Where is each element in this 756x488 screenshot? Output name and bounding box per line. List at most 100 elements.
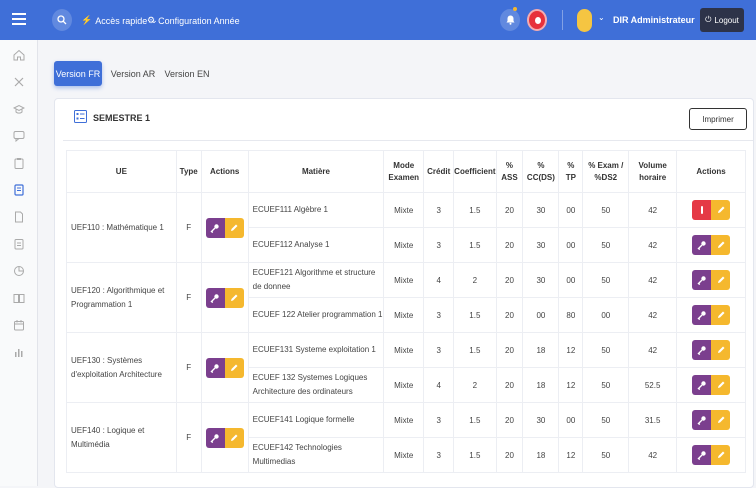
table-icon [74,110,87,128]
col-coefficient: Coefficient [453,150,497,193]
edit-icon[interactable] [711,200,731,220]
table-row: UEF120 : Algorithmique et Programmation … [66,262,746,333]
tunisia-flag-icon[interactable] [527,9,547,31]
tools-icon[interactable] [12,75,26,89]
calendar-icon[interactable] [12,318,26,332]
edit-icon[interactable] [224,217,244,238]
edit-icon[interactable] [711,340,731,360]
logout-label: Logout [714,15,739,25]
ue-cell: UEF130 : Systèmes d'exploitation Archite… [66,332,177,403]
ass-cell: 20 [495,437,524,473]
credit-cell: 3 [423,332,455,368]
coef-cell: 1.5 [453,227,497,263]
matiere-cell: ECUEF 132 Systemes Logiques Architecture… [247,367,385,403]
coef-cell: 1.5 [453,402,497,438]
edit-icon[interactable] [711,375,731,395]
table-row: UEF110 : Mathématique 1 F ECUEF111 Algèbre… [66,192,746,263]
ue-actions-cell [200,402,249,473]
search-icon[interactable] [52,9,72,31]
edit-icon[interactable] [711,305,731,325]
type-cell: F [175,332,202,403]
credit-cell: 3 [423,227,455,263]
chat-icon[interactable] [12,129,26,143]
ass-cell: 20 [495,262,524,298]
key-icon[interactable] [692,375,712,395]
edit-icon[interactable] [711,445,731,465]
config-year-link[interactable]: ⚙ Configuration Année [147,15,240,26]
book-icon[interactable] [12,183,26,197]
cc-cell: 30 [522,192,560,228]
cc-cell: 30 [522,227,560,263]
logout-button[interactable]: ⏻ Logout [700,8,744,32]
volume-cell: 31.5 [628,402,678,438]
col-ass: % ASS [495,150,524,193]
key-icon[interactable] [692,305,712,325]
gear-icon: ⚙ [147,15,156,25]
volume-cell: 42 [628,437,678,473]
key-icon[interactable] [692,445,712,465]
clipboard-icon[interactable] [12,156,26,170]
notification-dot [513,7,517,11]
bell-icon[interactable] [500,9,520,31]
edit-icon[interactable] [711,270,731,290]
delete-icon[interactable] [692,200,712,220]
type-cell: F [175,192,202,263]
exam-cell: 00 [582,297,630,333]
exam-cell: 50 [582,367,630,403]
matiere-cell: ECUEF142 Technologies Multimedias [247,437,385,473]
key-icon[interactable] [205,427,225,448]
edit-icon[interactable] [711,410,731,430]
key-icon[interactable] [205,217,225,238]
table-row: UEF130 : Systèmes d'exploitation Archite… [66,332,746,403]
ass-cell: 20 [495,297,524,333]
mode-cell: Mixte [383,437,425,473]
document-icon[interactable] [12,210,26,224]
mode-cell: Mixte [383,262,425,298]
mode-cell: Mixte [383,227,425,263]
key-icon[interactable] [692,340,712,360]
volume-cell: 52.5 [628,367,678,403]
menu-icon[interactable] [12,13,26,28]
key-icon[interactable] [692,235,712,255]
main-content: Version FR Version AR Version EN SEMESTR… [38,40,756,488]
key-icon[interactable] [205,287,225,308]
coef-cell: 1.5 [453,332,497,368]
edit-icon[interactable] [224,357,244,378]
bar-chart-icon[interactable] [12,345,26,359]
power-icon: ⏻ [705,15,712,24]
row-actions-cell [676,402,746,438]
cc-cell: 30 [522,262,560,298]
edit-icon[interactable] [224,287,244,308]
coef-cell: 1.5 [453,192,497,228]
sidebar [0,40,38,486]
notepad-icon[interactable] [12,237,26,251]
graduation-icon[interactable] [12,102,26,116]
credit-cell: 3 [423,192,455,228]
key-icon[interactable] [692,270,712,290]
edit-icon[interactable] [224,427,244,448]
mode-cell: Mixte [383,367,425,403]
ue-actions-cell [200,262,249,333]
key-icon[interactable] [692,410,712,430]
username[interactable]: DIR Administrateur [613,15,695,25]
open-book-icon[interactable] [12,291,26,305]
tp-cell: 80 [558,297,584,333]
tab-version-fr[interactable]: Version FR [54,61,102,86]
ass-cell: 20 [495,192,524,228]
tp-cell: 00 [558,402,584,438]
edit-icon[interactable] [711,235,731,255]
credit-cell: 4 [423,262,455,298]
print-button[interactable]: Imprimer [689,108,747,130]
col-mode: Mode Examen [383,150,425,193]
ue-cell: UEF140 : Logique et Multimédia [66,402,177,473]
pie-chart-icon[interactable] [12,264,26,278]
home-icon[interactable] [12,48,26,62]
tab-version-ar[interactable]: Version AR [108,61,158,86]
key-icon[interactable] [205,357,225,378]
semester-title: SEMESTRE 1 [93,113,151,123]
avatar[interactable] [577,9,592,32]
tab-version-en[interactable]: Version EN [162,61,212,86]
chevron-down-icon[interactable]: ⌄ [598,13,605,22]
exam-cell: 50 [582,227,630,263]
row-actions-cell [676,437,746,473]
